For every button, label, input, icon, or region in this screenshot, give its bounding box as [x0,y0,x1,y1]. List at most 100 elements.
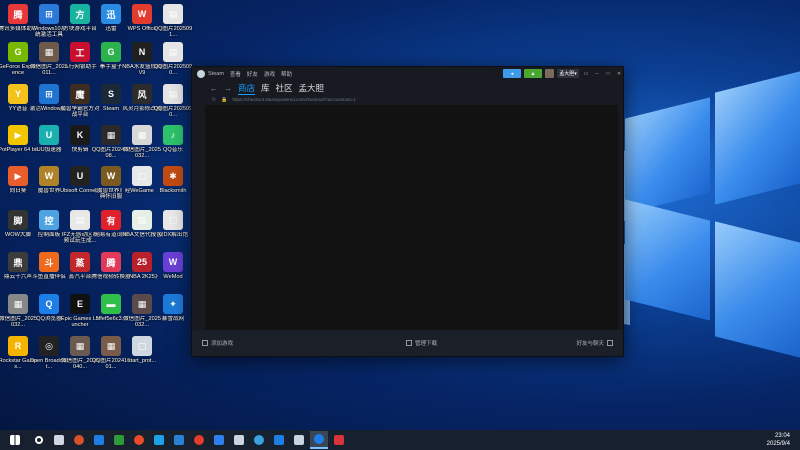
desktop-icon[interactable]: ♪ QQ音乐 [156,125,190,165]
menu-view[interactable]: 查看 [230,70,241,78]
menu-friends[interactable]: 好友 [247,70,258,78]
app-icon: ▤ [132,210,152,230]
tab-library[interactable]: 库 [261,82,270,94]
tab-store[interactable]: 商店 [238,82,256,95]
account-menu-button[interactable]: 孟大胆 ▾ [557,69,579,78]
manage-downloads-button[interactable]: 管理下载 [406,339,437,347]
bigpicture-icon[interactable]: ▭ [582,69,590,78]
close-icon[interactable]: ✕ [615,69,623,78]
taskbar-browser-icon[interactable] [130,431,148,449]
friends-chat-button[interactable]: 好友与聊天 [576,339,613,347]
desktop-icon[interactable]: U UU加速器 [32,125,66,165]
desktop-icon[interactable]: ▦ QQ图片20241001... [92,336,130,376]
taskbar-steam2-icon[interactable] [290,431,308,449]
maximize-icon[interactable]: □ [604,69,612,78]
desktop-icon[interactable]: ▦ 微信图片_2025032... [123,125,161,165]
add-game-button[interactable]: 添加游戏 [202,339,233,347]
desktop-icon[interactable]: ▤ QQ图片2025090... [154,42,192,82]
desktop-icon[interactable]: ✦ 暴雪战网 [156,294,190,334]
desktop-icon[interactable]: ▤ QQ图片2025090... [154,84,192,124]
app-icon: 方 [70,4,90,24]
taskbar-edge-icon[interactable] [150,431,168,449]
taskbar-qq-browser-icon[interactable] [270,431,288,449]
back-arrow-icon[interactable]: ← [210,84,218,93]
taskbar-start-icon[interactable] [6,431,24,449]
desktop-icon[interactable]: Y YY语音 [1,84,35,124]
desktop-icon[interactable]: W 魔兽世界 [32,166,66,206]
desktop-icon[interactable]: S Steam [94,84,128,124]
app-icon: 腾 [101,252,121,272]
app-icon: S [101,84,121,104]
desktop-icon[interactable]: 有网易有道词典 [94,210,128,250]
desktop-icon-label: QQ图片2025091... [153,26,193,39]
taskbar-qq-icon[interactable] [90,431,108,449]
desktop-icon[interactable]: 鼎鼎云十六声 [1,252,35,292]
taskbar-app1-icon[interactable] [70,431,88,449]
desktop-icon[interactable]: ▤ IFZ无感动区视频试玩生成... [62,210,98,250]
desktop-icon[interactable]: 腾腾信视频转换器 [91,252,131,292]
desktop-icon[interactable]: ▢ 双DX解出馆 [156,210,190,250]
desktop-icon[interactable]: 蒸蒸汽平台 [63,252,97,292]
desktop-icon[interactable]: ▤ NBA文信代报告 [122,210,162,250]
desktop-icon[interactable]: 魔魔兽争霸官方对战平台 [60,84,100,124]
announcements-button[interactable]: ◂ [503,69,521,78]
page-url[interactable]: https://checkout.steampowered.com/checko… [232,97,355,102]
desktop-icon[interactable]: ▦ 微信图片_2025011... [30,42,68,82]
desktop-icon[interactable]: 方方块游戏平台 [63,4,97,44]
avatar[interactable] [545,69,554,78]
taskbar-search-icon[interactable] [30,431,48,449]
desktop-icon[interactable]: W WeMod [156,252,190,292]
app-icon: Q [39,294,59,314]
taskbar-app4-icon[interactable] [330,431,348,449]
desktop-icon[interactable]: ▦ 微信图片_2025032... [0,294,37,334]
desktop-icon[interactable]: ▢ start_prot... [125,336,159,376]
desktop-icon[interactable]: 迅迅雷 [94,4,128,44]
forward-arrow-icon[interactable]: → [224,84,232,93]
menu-steam[interactable]: Steam [208,71,224,77]
taskbar-wps-icon[interactable] [190,431,208,449]
app-icon: ◎ [39,336,59,356]
app-icon: 25 [132,252,152,272]
titlebar-controls: ◂ ▲ 孟大胆 ▾ ▭ – □ ✕ [503,69,623,78]
chat-icon [607,340,613,346]
tab-profile[interactable]: 孟大胆 [299,82,325,94]
app-icon: W [101,166,121,186]
desktop-icon[interactable]: 25 《NBA 2K25》 [124,252,161,292]
app-icon: ⊞ [39,4,59,24]
desktop-icon[interactable]: ▢ WeGame [125,166,159,206]
desktop-icon[interactable]: W 《魔兽世界》经典怀旧服 [91,166,131,206]
desktop-icon[interactable]: E Epic Games Launcher [61,294,99,334]
taskbar-browser-active-icon[interactable] [310,431,328,449]
notifications-button[interactable]: ▲ [524,69,542,78]
desktop-icon[interactable]: 斗斗鱼直播伴侣 [32,252,66,292]
menu-help[interactable]: 帮助 [281,70,292,78]
steam-logo-icon [197,70,205,78]
desktop-icon[interactable]: ⊞ Windows10系统激活工具 [32,4,66,44]
desktop-icon[interactable]: ▶ PotPlayer 64 bit [0,125,38,165]
taskbar-app2-icon[interactable] [210,431,228,449]
desktop-icon[interactable]: ✱ Blacksmith [156,166,190,206]
menu-games[interactable]: 游戏 [264,70,275,78]
taskbar-store-icon[interactable] [170,431,188,449]
steam-window[interactable]: Steam 查看 好友 游戏 帮助 ◂ ▲ 孟大胆 ▾ ▭ – □ ✕ ← → 商… [191,66,624,357]
desktop-icon[interactable]: 脚 WOW大脚 [1,210,35,250]
desktop-icon[interactable]: ▦ 微信图片_2025032... [123,294,161,334]
tab-community[interactable]: 社区 [276,82,293,94]
taskbar-xbox-icon[interactable] [110,431,128,449]
plus-icon [202,340,208,346]
system-clock[interactable]: 23:04 2025/9/4 [767,432,790,448]
reload-icon[interactable]: ↻ [212,97,216,103]
desktop-icon[interactable]: ▤ QQ图片2025091... [153,4,193,44]
desktop-icon[interactable]: 工工行网银助手 [63,42,97,82]
minimize-icon[interactable]: – [593,69,601,78]
desktop-icon[interactable]: ▶ 向日葵 [1,166,35,206]
steam-titlebar[interactable]: Steam 查看 好友 游戏 帮助 ◂ ▲ 孟大胆 ▾ ▭ – □ ✕ [192,67,623,81]
desktop-icon-label: Blacksmith [159,188,187,194]
add-game-label: 添加游戏 [211,341,234,347]
taskbar-steam-icon[interactable] [230,431,248,449]
taskbar-task-view-icon[interactable] [50,431,68,449]
app-icon: R [8,336,28,356]
taskbar-app3-icon[interactable] [250,431,268,449]
store-content-area[interactable] [205,105,618,331]
app-icon: 魔 [70,84,90,104]
